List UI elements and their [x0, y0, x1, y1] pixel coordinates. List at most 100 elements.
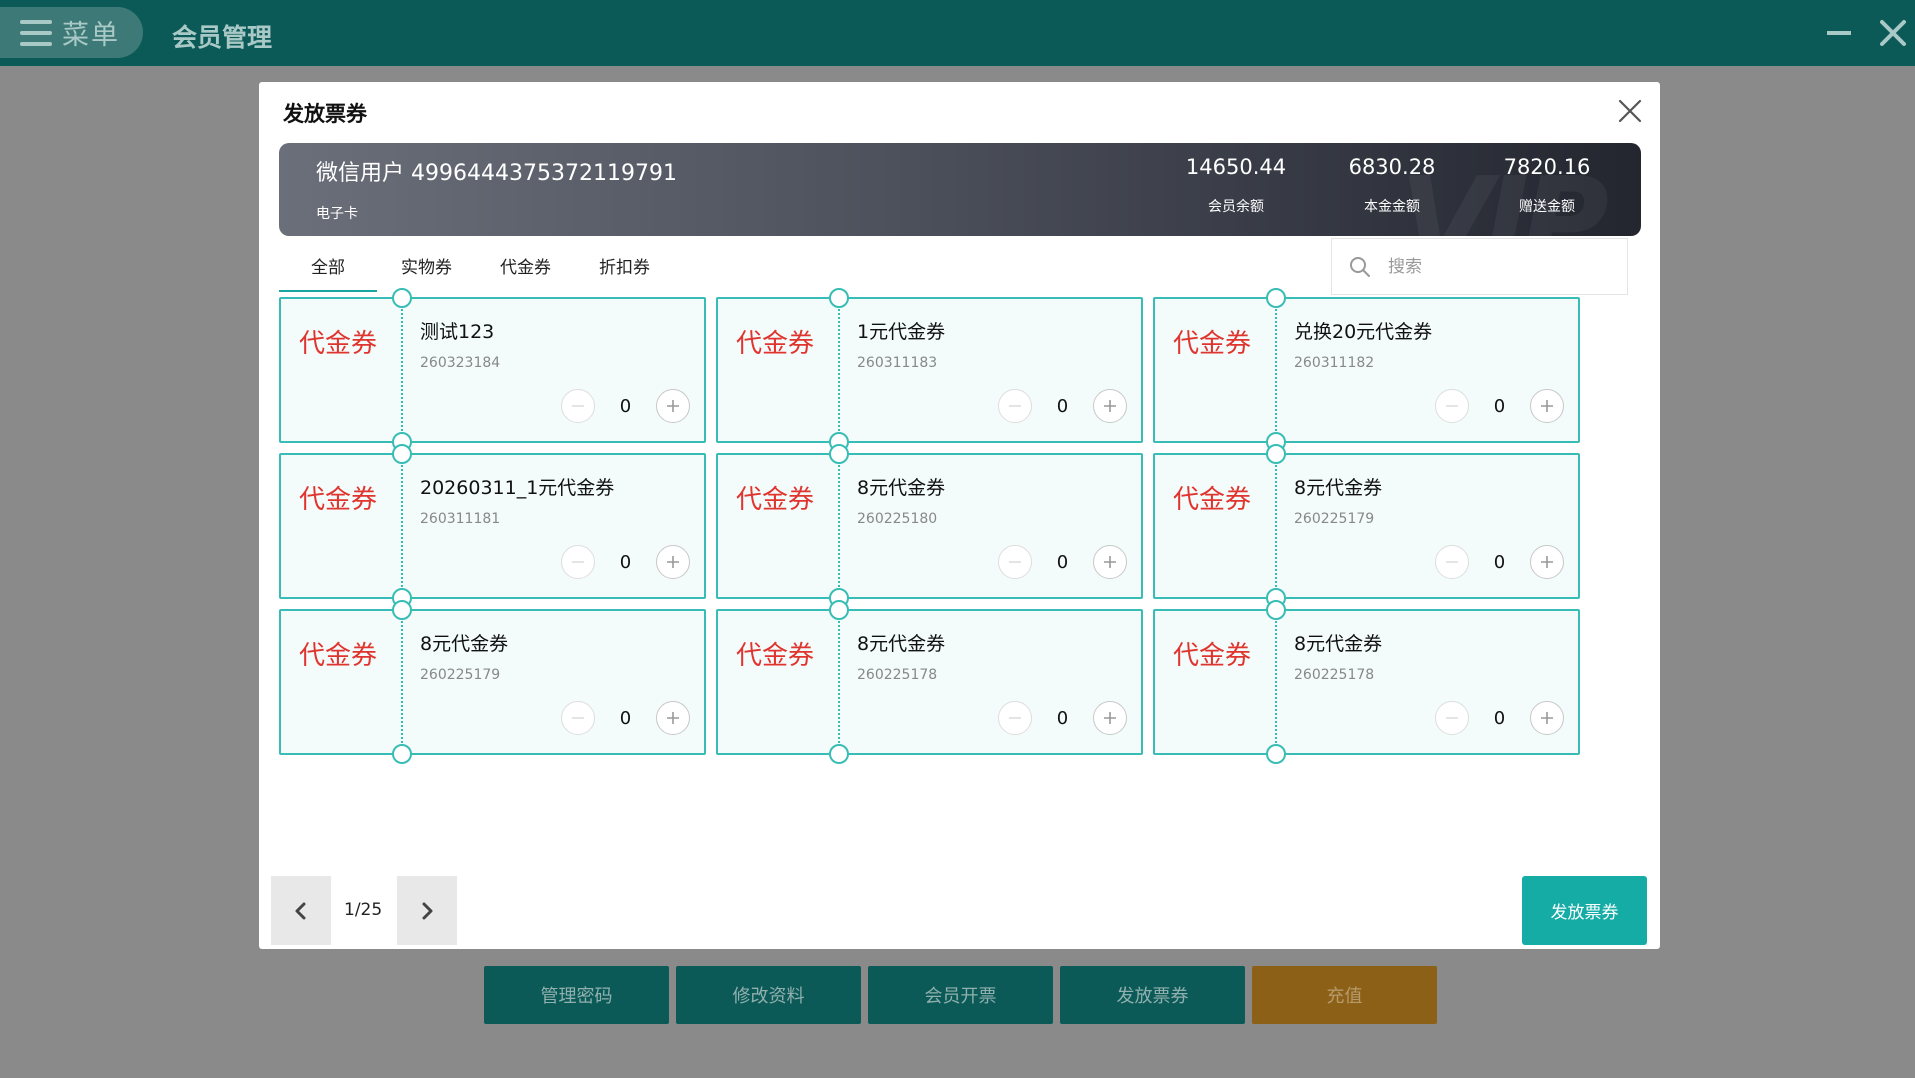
notch — [829, 744, 849, 764]
chevron-right-icon — [422, 902, 433, 919]
coupon-card[interactable]: 代金券 20260311_1元代金券 260311181 0 — [279, 444, 706, 608]
coupon-card[interactable]: 代金券 8元代金券 260225179 0 — [279, 600, 706, 764]
principal-amount: 6830.28 本金金额 — [1322, 155, 1462, 216]
quantity-value: 0 — [1493, 395, 1506, 417]
divider — [838, 621, 840, 743]
close-icon[interactable] — [1876, 16, 1910, 50]
coupon-code: 260225179 — [1294, 511, 1375, 527]
quantity-stepper: 0 — [998, 545, 1127, 579]
member-balance: 14650.44 会员余额 — [1166, 155, 1306, 216]
coupon-type: 代金券 — [299, 485, 378, 515]
principal-value: 6830.28 — [1348, 155, 1436, 179]
search-input[interactable] — [1388, 256, 1608, 277]
page-title: 会员管理 — [172, 23, 273, 52]
edit-profile-button[interactable]: 修改资料 — [676, 966, 861, 1024]
quantity-value: 0 — [1056, 395, 1069, 417]
issue-coupon-submit-button[interactable]: 发放票券 — [1522, 876, 1647, 945]
coupon-grid: 代金券 测试123 260323184 0 代金券 1元代金券 26031118… — [279, 288, 1580, 764]
tab-cash-voucher[interactable]: 代金券 — [476, 240, 575, 290]
quantity-stepper: 0 — [1435, 701, 1564, 735]
coupon-type: 代金券 — [299, 329, 378, 359]
balance-value: 14650.44 — [1185, 155, 1287, 179]
coupon-code: 260225180 — [857, 511, 938, 527]
quantity-stepper: 0 — [561, 701, 690, 735]
search-box[interactable] — [1331, 238, 1628, 295]
notch — [1266, 744, 1286, 764]
close-icon[interactable] — [1615, 96, 1645, 126]
coupon-card[interactable]: 代金券 8元代金券 260225178 0 — [1153, 600, 1580, 764]
quantity-value: 0 — [1056, 707, 1069, 729]
coupon-card[interactable]: 代金券 8元代金券 260225180 0 — [716, 444, 1143, 608]
minimize-icon[interactable] — [1827, 31, 1851, 35]
coupon-card[interactable]: 代金券 测试123 260323184 0 — [279, 288, 706, 452]
coupon-name: 20260311_1元代金券 — [420, 477, 615, 499]
coupon-code: 260323184 — [420, 355, 501, 371]
coupon-name: 8元代金券 — [1294, 633, 1383, 655]
plus-icon[interactable] — [1530, 389, 1564, 423]
coupon-card[interactable]: 代金券 兑换20元代金券 260311182 0 — [1153, 288, 1580, 452]
coupon-code: 260311183 — [857, 355, 938, 371]
coupon-card[interactable]: 代金券 8元代金券 260225179 0 — [1153, 444, 1580, 608]
divider — [838, 309, 840, 431]
coupon-code: 260311181 — [420, 511, 501, 527]
balance-label: 会员余额 — [1208, 199, 1264, 215]
plus-icon[interactable] — [1093, 701, 1127, 735]
divider — [1275, 309, 1277, 431]
coupon-code: 260225178 — [1294, 667, 1375, 683]
minus-icon[interactable] — [561, 389, 595, 423]
minus-icon[interactable] — [998, 389, 1032, 423]
notch — [1266, 444, 1286, 464]
member-actions: 管理密码 修改资料 会员开票 发放票券 充值 — [484, 966, 1437, 1024]
notch — [829, 600, 849, 620]
quantity-value: 0 — [619, 395, 632, 417]
quantity-value: 0 — [1493, 551, 1506, 573]
plus-icon[interactable] — [656, 701, 690, 735]
bonus-value: 7820.16 — [1503, 155, 1591, 179]
divider — [401, 621, 403, 743]
plus-icon[interactable] — [1530, 545, 1564, 579]
coupon-card[interactable]: 代金券 1元代金券 260311183 0 — [716, 288, 1143, 452]
menu-label: 菜单 — [62, 20, 120, 51]
coupon-name: 兑换20元代金券 — [1294, 321, 1433, 343]
menu-button[interactable]: 菜单 — [0, 7, 143, 58]
coupon-type: 代金券 — [736, 329, 815, 359]
minus-icon[interactable] — [998, 545, 1032, 579]
tab-discount[interactable]: 折扣券 — [575, 240, 674, 290]
recharge-button[interactable]: 充值 — [1252, 966, 1437, 1024]
minus-icon[interactable] — [561, 701, 595, 735]
bonus-amount: 7820.16 赠送金额 — [1477, 155, 1617, 216]
minus-icon[interactable] — [1435, 701, 1469, 735]
coupon-code: 260225179 — [420, 667, 501, 683]
coupon-card[interactable]: 代金券 8元代金券 260225178 0 — [716, 600, 1143, 764]
divider — [1275, 465, 1277, 587]
minus-icon[interactable] — [1435, 545, 1469, 579]
member-invoice-button[interactable]: 会员开票 — [868, 966, 1053, 1024]
issue-coupon-button[interactable]: 发放票券 — [1060, 966, 1245, 1024]
plus-icon[interactable] — [1093, 389, 1127, 423]
next-page-button[interactable] — [397, 876, 457, 945]
coupon-type: 代金券 — [1173, 329, 1252, 359]
coupon-code: 260311182 — [1294, 355, 1375, 371]
plus-icon[interactable] — [1530, 701, 1564, 735]
plus-icon[interactable] — [656, 545, 690, 579]
notch — [829, 288, 849, 308]
plus-icon[interactable] — [656, 389, 690, 423]
tab-all[interactable]: 全部 — [279, 240, 377, 292]
quantity-stepper: 0 — [1435, 545, 1564, 579]
minus-icon[interactable] — [998, 701, 1032, 735]
chevron-left-icon — [295, 902, 306, 919]
principal-label: 本金金额 — [1364, 199, 1420, 215]
notch — [392, 444, 412, 464]
quantity-stepper: 0 — [998, 389, 1127, 423]
plus-icon[interactable] — [1093, 545, 1127, 579]
manage-password-button[interactable]: 管理密码 — [484, 966, 669, 1024]
minus-icon[interactable] — [1435, 389, 1469, 423]
tab-physical[interactable]: 实物券 — [377, 240, 476, 290]
prev-page-button[interactable] — [271, 876, 331, 945]
divider — [1275, 621, 1277, 743]
coupon-name: 8元代金券 — [857, 633, 946, 655]
coupon-name: 测试123 — [420, 321, 495, 343]
bonus-label: 赠送金额 — [1519, 199, 1575, 215]
minus-icon[interactable] — [561, 545, 595, 579]
quantity-value: 0 — [619, 707, 632, 729]
